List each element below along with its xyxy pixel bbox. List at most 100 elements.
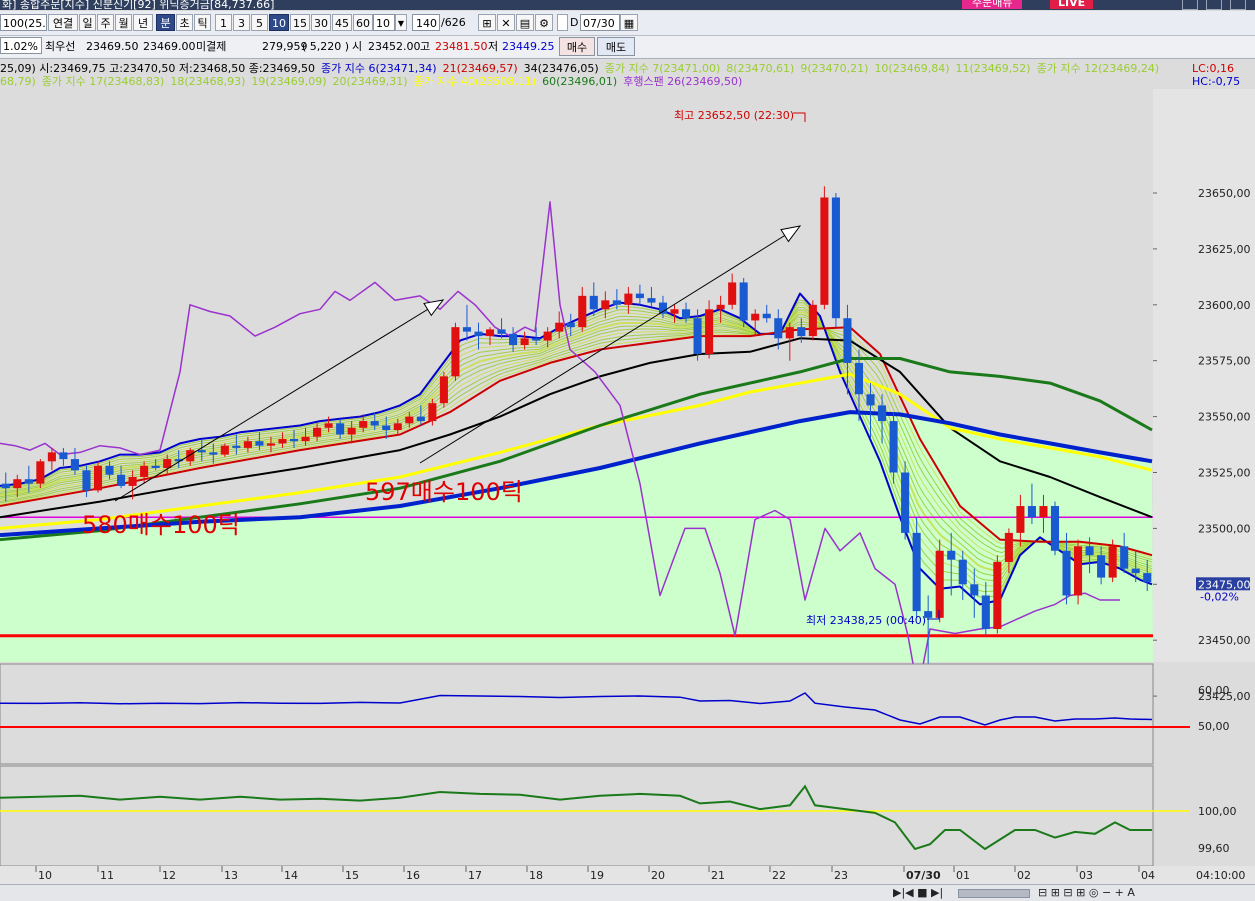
minute-select[interactable]: 10 [373,14,395,31]
live-button[interactable]: LIVE [1050,0,1094,9]
symbol-code-input[interactable]: 100(25.0 [0,14,47,31]
price-chart[interactable]: 580매수100틱 597매수100틱 최고 23652,50 (22:30) 최저 … [0,59,1255,884]
candle [762,313,771,319]
legend-entry: 후행스팬 26(23469,50) [623,75,743,88]
candle [197,450,206,453]
minute-60-button[interactable]: 60 [353,14,373,31]
link-button[interactable]: 연결 [48,14,78,31]
minute-10-button[interactable]: 10 [269,14,289,31]
period-day-button[interactable]: 일 [79,14,96,31]
x-tick-label: 17 [468,869,482,882]
legend-entry: 9(23470,21) [800,62,869,75]
low-label: 저 [488,40,499,53]
candle [820,197,829,305]
d-checkbox[interactable] [557,14,568,31]
zoom-controls-icon[interactable]: ⊟ ⊞ ⊟ ⊞ ◎ − + A [1038,886,1135,899]
candle [70,459,79,471]
scroll-thumb[interactable] [958,889,1030,898]
minute-30-button[interactable]: 30 [311,14,331,31]
minute-45-button[interactable]: 45 [332,14,352,31]
period-year-button[interactable]: 년 [133,14,153,31]
candle [1131,568,1140,574]
candle [555,322,564,332]
candle [797,327,806,337]
legend-row-2: 68,79) 종가 지수 17(23468,83) 18(23468,93) 19(2… [0,76,748,88]
contract-label: 미결제 [196,40,227,53]
best-ask: 23469.50 [86,40,139,53]
period-week-button[interactable]: 주 [97,14,114,31]
buy-button[interactable]: 매수 [559,37,595,56]
candle [451,327,460,377]
legend-entry: 11(23469,52) [955,62,1031,75]
candle [520,338,529,346]
candle [278,438,287,444]
scroll-bar[interactable]: ▶|◀ ■ ▶| ⊟ ⊞ ⊟ ⊞ ◎ − + A [0,884,1255,901]
candle [47,452,56,462]
sell-button[interactable]: 매도 [597,37,635,56]
close-icon[interactable] [1230,0,1246,10]
candle [117,474,126,486]
candle [128,476,137,486]
open-label: 시 [352,40,363,53]
candle [705,309,714,354]
candle [1050,506,1060,551]
y-tick-label: 23575,00 [1198,355,1251,368]
crosshair-tool-icon[interactable]: ✕ [497,14,515,31]
candle [474,331,483,337]
date-input[interactable]: 07/30 [580,14,620,31]
candle [24,479,33,484]
legend-entry: 18(23468,93) [170,75,246,88]
grid-tool-icon[interactable]: ⊞ [478,14,496,31]
maximize-icon[interactable] [1206,0,1222,10]
period-minute-button[interactable]: 분 [156,14,175,31]
chevron-down-icon[interactable]: ▼ [395,14,407,31]
minute-1-button[interactable]: 1 [215,14,232,31]
candle [693,318,702,354]
minute-3-button[interactable]: 3 [233,14,250,31]
candle [509,333,518,346]
x-tick-label: 04 [1141,869,1155,882]
rsi-pane-bg [0,663,1154,765]
period-month-button[interactable]: 월 [115,14,132,31]
save-icon[interactable]: ▤ [516,14,534,31]
x-tick-label: 18 [529,869,543,882]
x-tick-label: 23 [834,869,848,882]
x-tick-label: 13 [224,869,238,882]
candle [359,421,368,428]
candle [912,532,921,612]
period-second-button[interactable]: 초 [176,14,193,31]
period-tick-button[interactable]: 틱 [194,14,211,31]
candle [1108,546,1117,578]
d-label: D [570,16,579,29]
x-tick-label: 20 [651,869,665,882]
candle [866,394,875,406]
minimize-icon[interactable] [1182,0,1198,10]
candle [439,376,448,404]
rsi-tick-50: 50,00 [1198,720,1230,733]
scroll-left-icon[interactable]: ▶|◀ ■ ▶| [893,886,943,899]
candle [243,441,252,448]
candle [728,282,737,305]
candle [462,327,472,332]
candle [901,472,910,533]
candle [624,293,633,305]
y-tick-label: 23525,00 [1198,467,1251,480]
minute-15-button[interactable]: 15 [290,14,310,31]
candle [612,300,621,305]
candle [266,443,275,446]
x-tick-label: 11 [100,869,114,882]
legend-entry: 19(23469,09) [251,75,327,88]
x-tick-label: 14 [284,869,298,882]
x-tick-label: 02 [1017,869,1031,882]
candle [601,300,610,310]
best-bid: 23469.00 [143,40,196,53]
calendar-icon[interactable]: ▦ [620,14,638,31]
candle [831,197,840,319]
candle [13,479,22,489]
gear-icon[interactable]: ⚙ [535,14,553,31]
minute-5-button[interactable]: 5 [251,14,268,31]
candle [981,595,990,630]
note-580: 580매수100틱 [82,511,240,539]
count-input[interactable]: 140 [412,14,440,31]
order-menu-button[interactable]: 주문매뉴 [962,0,1023,9]
